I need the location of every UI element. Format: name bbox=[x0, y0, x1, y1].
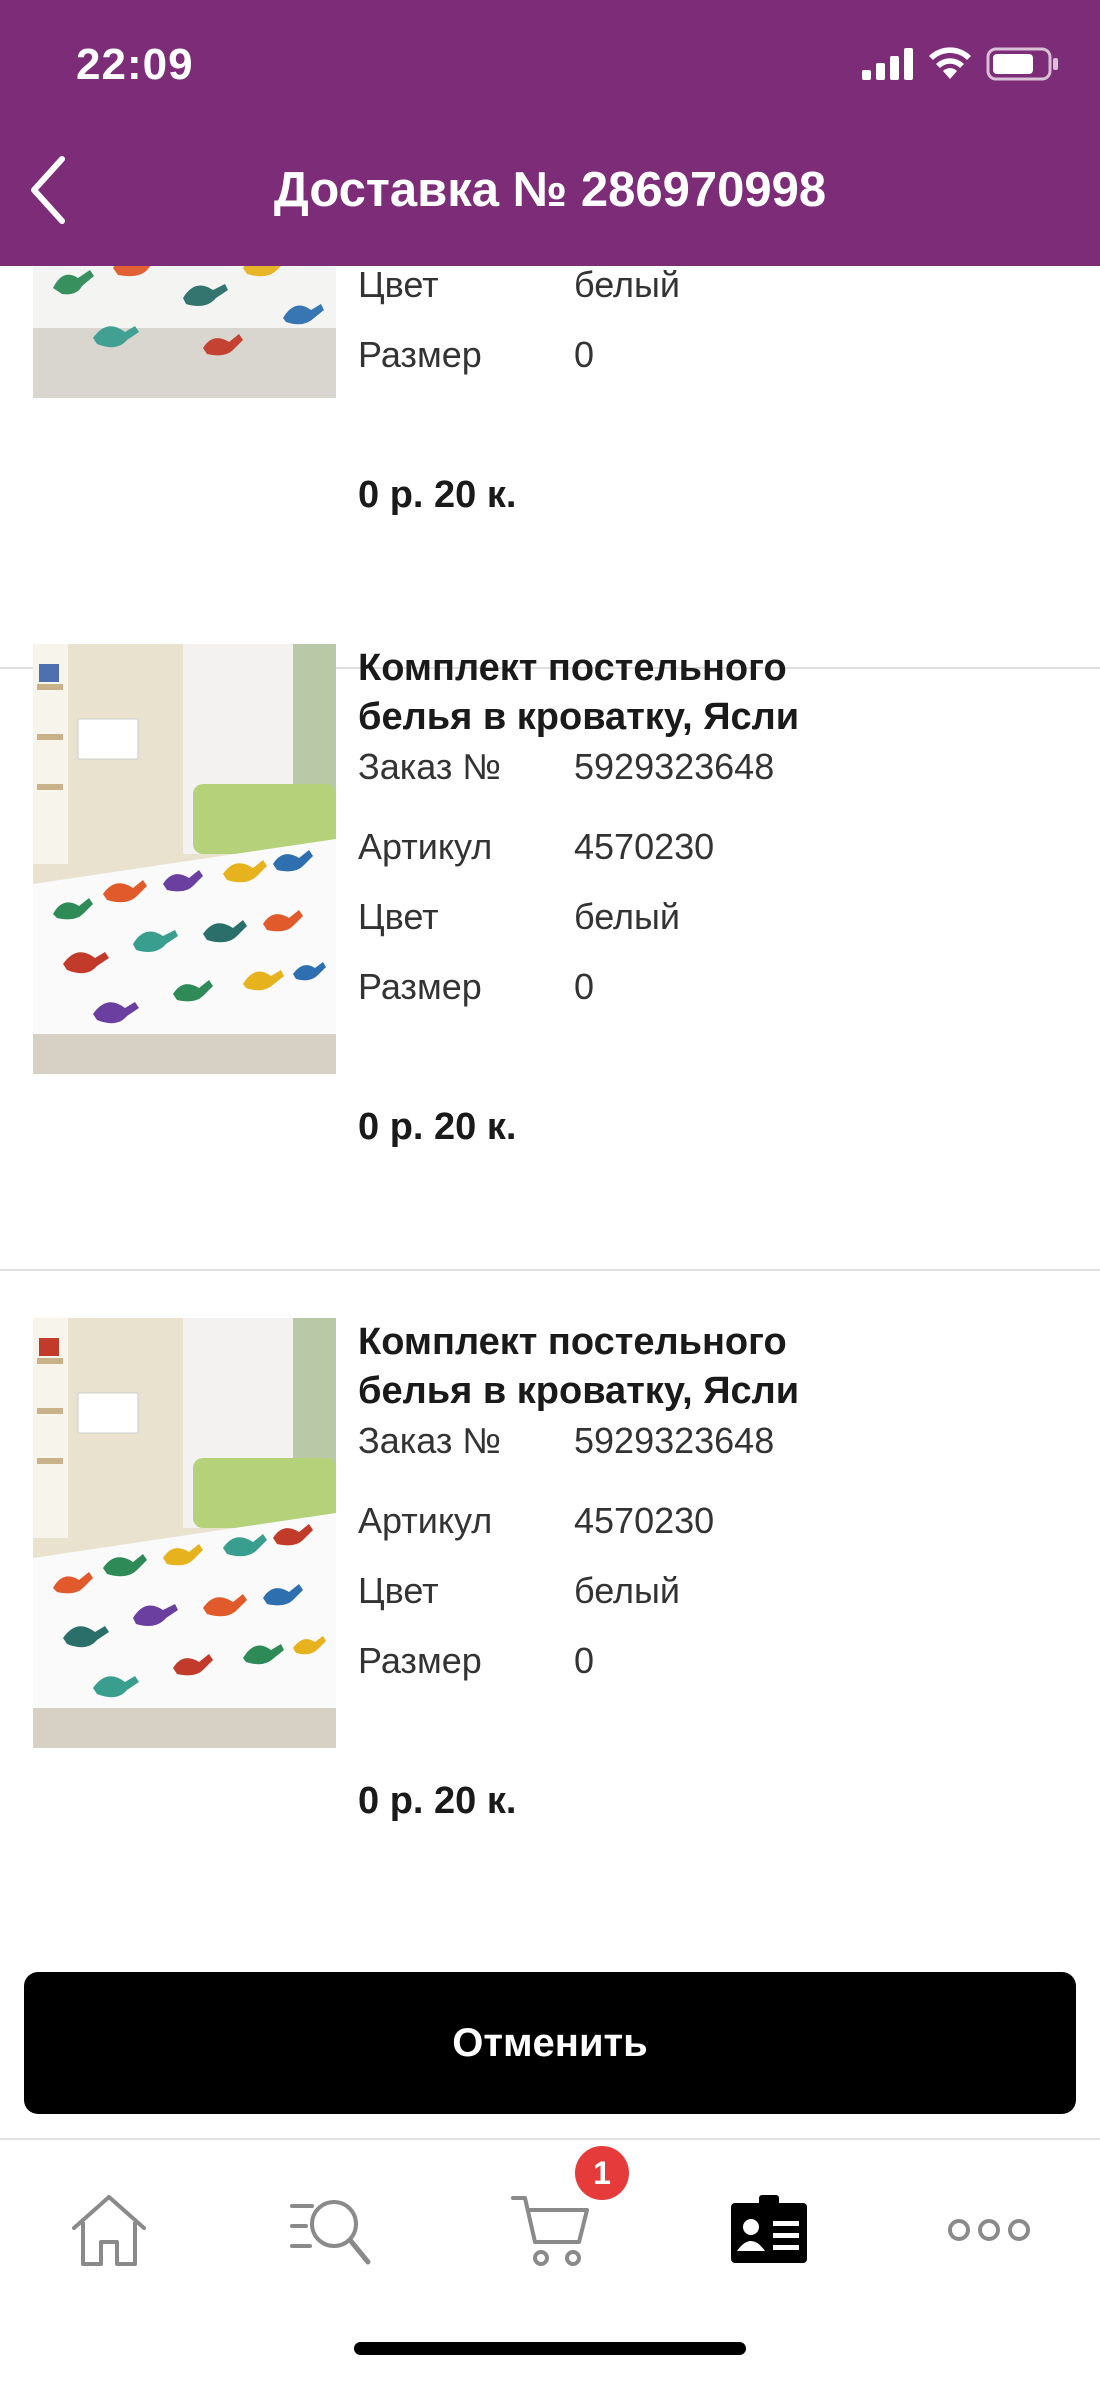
cancel-button[interactable]: Отменить bbox=[24, 1972, 1076, 2114]
nav-search[interactable] bbox=[275, 2180, 385, 2280]
profile-card-icon bbox=[731, 2195, 807, 2263]
nav-profile[interactable] bbox=[714, 2180, 824, 2280]
size-value: 0 bbox=[574, 1640, 595, 1681]
list-item[interactable]: Комплект постельного белья в кроватку, Я… bbox=[0, 598, 1100, 1271]
color-label: Цвет bbox=[358, 266, 439, 305]
order-value: 5929323648 bbox=[574, 746, 775, 787]
signal-icon bbox=[862, 48, 913, 80]
item-title[interactable]: Комплект постельного белья в кроватку, Я… bbox=[358, 1318, 1058, 1416]
color-value: белый bbox=[574, 1570, 681, 1611]
item-title-line: Комплект постельного bbox=[358, 647, 787, 689]
battery-icon bbox=[986, 47, 1058, 81]
item-price: 0 р. 20 к. bbox=[358, 1106, 517, 1148]
app-header: 22:09 Доставка № 286970998 bbox=[0, 0, 1100, 266]
size-value: 0 bbox=[574, 334, 595, 375]
cart-badge: 1 bbox=[575, 2146, 629, 2200]
nav-home[interactable] bbox=[54, 2180, 164, 2280]
size-label: Размер bbox=[358, 1640, 482, 1681]
size-value: 0 bbox=[574, 966, 595, 1007]
item-title-line: Комплект постельного bbox=[358, 1321, 787, 1363]
cart-icon bbox=[511, 2196, 589, 2266]
order-label: Заказ № bbox=[358, 1420, 502, 1461]
item-price: 0 р. 20 к. bbox=[358, 1780, 517, 1822]
size-label: Размер bbox=[358, 966, 482, 1007]
color-label: Цвет bbox=[358, 896, 439, 937]
delivery-items-list[interactable]: Цвет белый Размер 0 0 р. 20 к. Комплект … bbox=[0, 266, 1100, 1956]
list-item[interactable]: Комплект постельного белья в кроватку, Я… bbox=[0, 1272, 1100, 1945]
page-title: Доставка № 286970998 bbox=[273, 163, 827, 217]
nav-more[interactable] bbox=[934, 2180, 1044, 2280]
item-title[interactable]: Комплект постельного белья в кроватку, Я… bbox=[358, 644, 1058, 742]
status-time: 22:09 bbox=[76, 40, 194, 89]
order-value: 5929323648 bbox=[574, 1420, 775, 1461]
article-label: Артикул bbox=[358, 826, 493, 867]
product-image[interactable] bbox=[33, 644, 336, 1074]
more-icon bbox=[948, 2219, 1030, 2241]
home-icon bbox=[72, 2195, 146, 2266]
order-label: Заказ № bbox=[358, 746, 502, 787]
search-icon bbox=[290, 2200, 371, 2265]
color-value: белый bbox=[574, 896, 681, 937]
article-label: Артикул bbox=[358, 1500, 493, 1541]
color-value: белый bbox=[574, 266, 681, 305]
article-value: 4570230 bbox=[574, 826, 715, 867]
item-title-line: белья в кроватку, Ясли bbox=[358, 696, 800, 738]
item-title-line: белья в кроватку, Ясли bbox=[358, 1370, 800, 1412]
size-label: Размер bbox=[358, 334, 482, 375]
product-image[interactable] bbox=[33, 1318, 336, 1748]
wifi-icon bbox=[929, 47, 971, 79]
home-indicator[interactable] bbox=[354, 2342, 746, 2355]
article-value: 4570230 bbox=[574, 1500, 715, 1541]
item-price: 0 р. 20 к. bbox=[358, 474, 517, 516]
status-icons bbox=[862, 46, 1060, 82]
color-label: Цвет bbox=[358, 1570, 439, 1611]
product-image[interactable] bbox=[33, 266, 336, 398]
